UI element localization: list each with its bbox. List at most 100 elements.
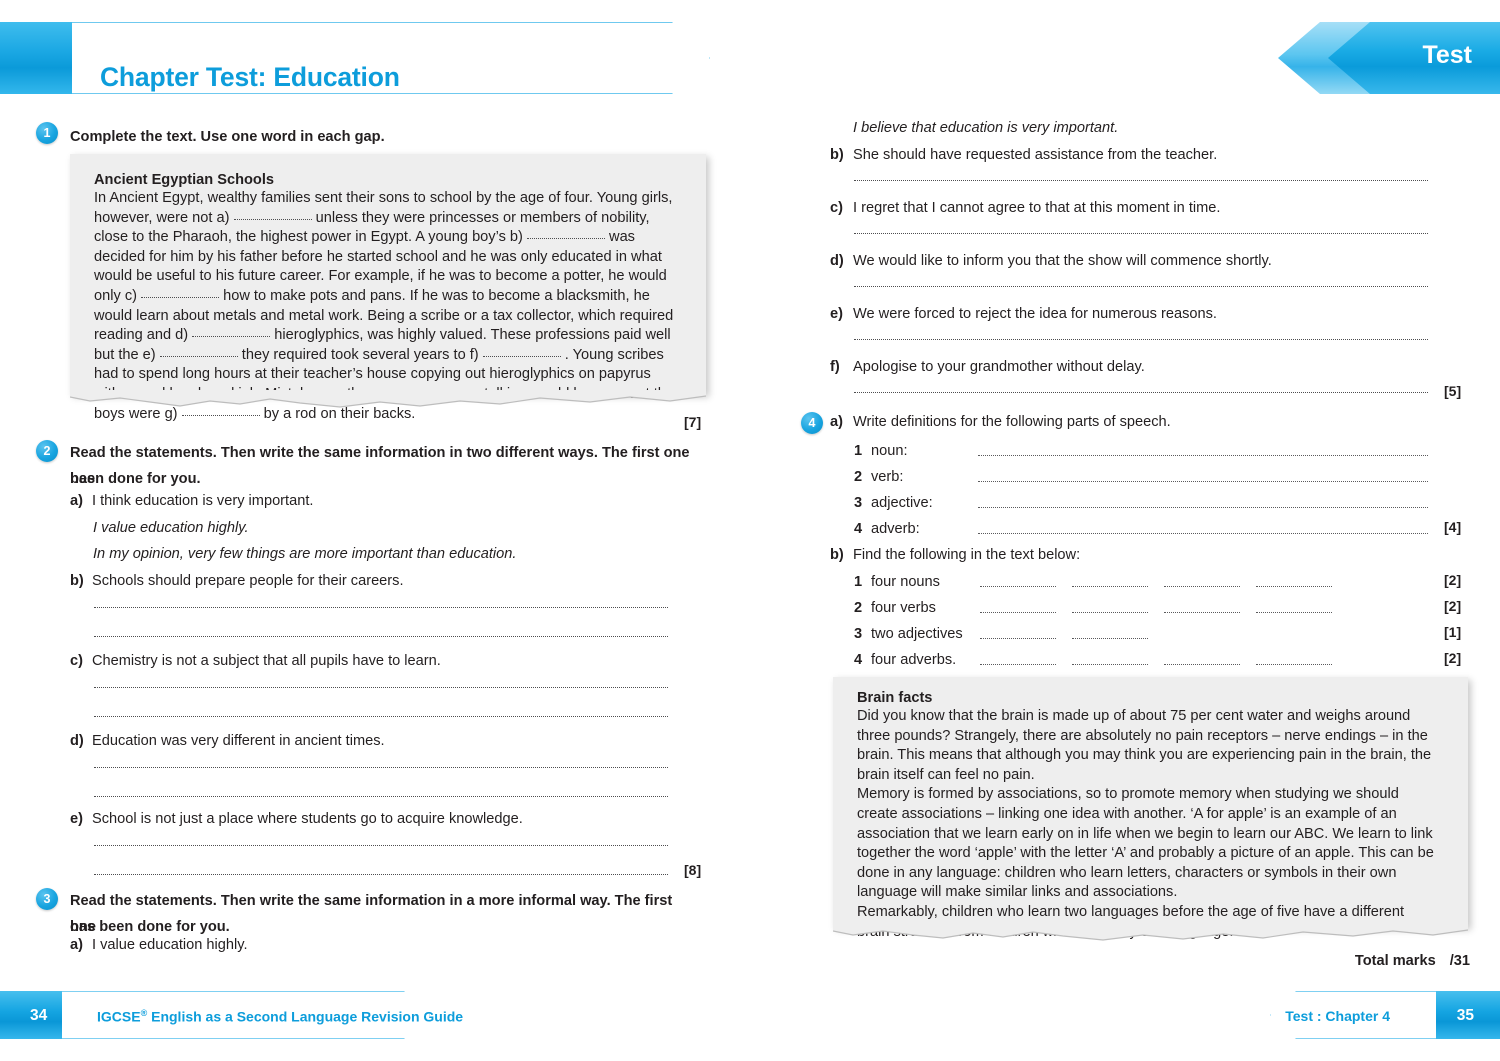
q4a-answer-line-3[interactable]	[978, 507, 1428, 508]
q3-item-c: c) I regret that I cannot agree to that a…	[830, 198, 1220, 218]
q2-item-e: e) School is not just a place where stude…	[70, 809, 523, 829]
q4a-item-3-num: 3	[854, 495, 863, 511]
q3-b-answer-line[interactable]	[854, 180, 1428, 181]
q4a-answer-line-2[interactable]	[978, 481, 1428, 482]
q4a-item-3: 3 adjective:	[854, 493, 933, 513]
q3-item-f: f) Apologise to your grandmother without …	[830, 357, 1145, 377]
q4b-4-blank-3[interactable]	[1164, 664, 1240, 665]
gap-b[interactable]	[526, 230, 605, 240]
q2-item-d-text: Education was very different in ancient …	[92, 733, 385, 749]
q3-marks: [5]	[1444, 383, 1462, 399]
q4b-item-3-num: 3	[854, 626, 863, 642]
q3-item-e: e) We were forced to reject the idea for …	[830, 304, 1217, 324]
q4a-item-1-text: noun:	[871, 443, 908, 459]
q2-b-answer-line-1[interactable]	[94, 607, 668, 608]
gap-f[interactable]	[482, 348, 561, 357]
q4b-4-blank-2[interactable]	[1072, 664, 1148, 665]
question-number-2: 2	[36, 440, 58, 462]
q3-item-f-label: f)	[830, 359, 840, 375]
q4a-item-2-text: verb:	[871, 469, 904, 485]
q4b-1-blank-4[interactable]	[1256, 586, 1332, 587]
test-tab-label: Test	[1422, 41, 1472, 69]
q4b-1-blank-1[interactable]	[980, 586, 1056, 587]
q4a-item-2-num: 2	[854, 469, 863, 485]
q4b-1-blank-2[interactable]	[1072, 586, 1148, 587]
total-marks: Total marks/31	[1355, 953, 1470, 969]
q4b-item-1-num: 1	[854, 574, 863, 590]
question-number-3: 3	[36, 888, 58, 910]
right-footer-banner: Test : Chapter 4 35	[1270, 991, 1500, 1039]
q3-d-answer-line[interactable]	[854, 286, 1428, 287]
gap-a[interactable]	[233, 211, 312, 220]
q4b-item-4-text: four adverbs.	[871, 652, 957, 668]
text-box-body: In Ancient Egypt, wealthy families sent …	[94, 189, 676, 424]
q3-item-c-label: c)	[830, 200, 843, 216]
torn-paper-edge-brain	[833, 923, 1468, 943]
q2-c-answer-line-1[interactable]	[94, 687, 668, 688]
right-page: Test I believe that education is very im…	[750, 0, 1500, 1061]
q4b-3-blank-2[interactable]	[1072, 638, 1148, 639]
q4a-answer-line-1[interactable]	[978, 455, 1428, 456]
brain-facts-para-2: Memory is formed by associations, so to …	[857, 786, 1434, 901]
q2-example-2: In my opinion, very few things are more …	[93, 546, 517, 562]
q2-marks: [8]	[684, 862, 702, 878]
total-marks-label: Total marks	[1354, 953, 1436, 969]
q4b-1-blank-3[interactable]	[1164, 586, 1240, 587]
left-footer-banner: 34 IGCSE® English as a Second Language R…	[0, 991, 463, 1039]
q2-c-answer-line-2[interactable]	[94, 716, 668, 717]
q4b-item-2-text: four verbs	[871, 600, 936, 616]
page-title: Chapter Test: Education	[100, 62, 400, 92]
q4a-answer-line-4[interactable]	[978, 533, 1428, 534]
ancient-egyptian-schools-box: Ancient Egyptian Schools In Ancient Egyp…	[70, 154, 706, 422]
gap-e[interactable]	[159, 348, 238, 357]
q2-b-answer-line-2[interactable]	[94, 636, 668, 637]
q4-part-b: b) Find the following in the text below:	[830, 545, 1080, 565]
q2-d-answer-line-2[interactable]	[94, 796, 668, 797]
brain-facts-para-1: Did you know that the brain is made up o…	[857, 708, 1432, 783]
question-number-1: 1	[36, 122, 58, 144]
q4b-item-4-num: 4	[854, 652, 863, 668]
q4b-3-blank-1[interactable]	[980, 638, 1056, 639]
brain-facts-title: Brain facts	[857, 690, 933, 706]
q4b-item-4: 4 four adverbs.	[854, 650, 956, 670]
q2-example-1: I value education highly.	[93, 520, 249, 536]
q3-example-1: I believe that education is very importa…	[853, 120, 1119, 136]
q4b-item-3: 3 two adjectives	[854, 624, 963, 644]
gap-text-6: they required took several years to f)	[241, 346, 479, 363]
q3-item-c-text: I regret that I cannot agree to that at …	[853, 200, 1221, 216]
q4b-2-blank-1[interactable]	[980, 612, 1056, 613]
q2-e-answer-line-2[interactable]	[94, 874, 668, 875]
q3-item-b-label: b)	[830, 147, 844, 163]
gap-d[interactable]	[192, 328, 271, 338]
q4b-item-1-text: four nouns	[871, 574, 940, 590]
question-number-4: 4	[801, 412, 823, 434]
q3-item-d: d) We would like to inform you that the s…	[830, 251, 1272, 271]
q4b-4-marks: [2]	[1444, 650, 1462, 666]
q3-e-answer-line[interactable]	[854, 339, 1428, 340]
gap-c[interactable]	[141, 289, 220, 298]
q3-f-answer-line[interactable]	[854, 392, 1428, 393]
total-marks-value: /31	[1449, 953, 1470, 969]
q3-c-answer-line[interactable]	[854, 233, 1428, 234]
q4b-4-blank-1[interactable]	[980, 664, 1056, 665]
q4a-item-2: 2 verb:	[854, 467, 903, 487]
q2-e-answer-line-1[interactable]	[94, 845, 668, 846]
q2-item-d: d) Education was very different in ancien…	[70, 731, 385, 751]
q2-item-e-label: e)	[70, 811, 83, 827]
q4b-2-blank-4[interactable]	[1256, 612, 1332, 613]
q2-d-answer-line-1[interactable]	[94, 767, 668, 768]
q4a-item-4: 4 adverb:	[854, 519, 920, 539]
q3-item-a: a) I value education highly.	[70, 935, 248, 955]
q4a-marks: [4]	[1444, 519, 1462, 535]
q4b-4-blank-4[interactable]	[1256, 664, 1332, 665]
footer-book-title-main: IGCSE	[97, 1008, 141, 1025]
q4b-2-blank-2[interactable]	[1072, 612, 1148, 613]
q3-item-d-label: d)	[830, 253, 844, 269]
q4a-item-1: 1 noun:	[854, 441, 908, 461]
q3-item-d-text: We would like to inform you that the sho…	[853, 253, 1272, 269]
footer-chapter-label: Test : Chapter 4	[1285, 1008, 1390, 1024]
q3-item-e-text: We were forced to reject the idea for nu…	[853, 306, 1217, 322]
brain-facts-box: Brain facts Did you know that the brain …	[833, 677, 1468, 941]
q4b-2-blank-3[interactable]	[1164, 612, 1240, 613]
q2-item-b: b) Schools should prepare people for thei…	[70, 571, 404, 591]
